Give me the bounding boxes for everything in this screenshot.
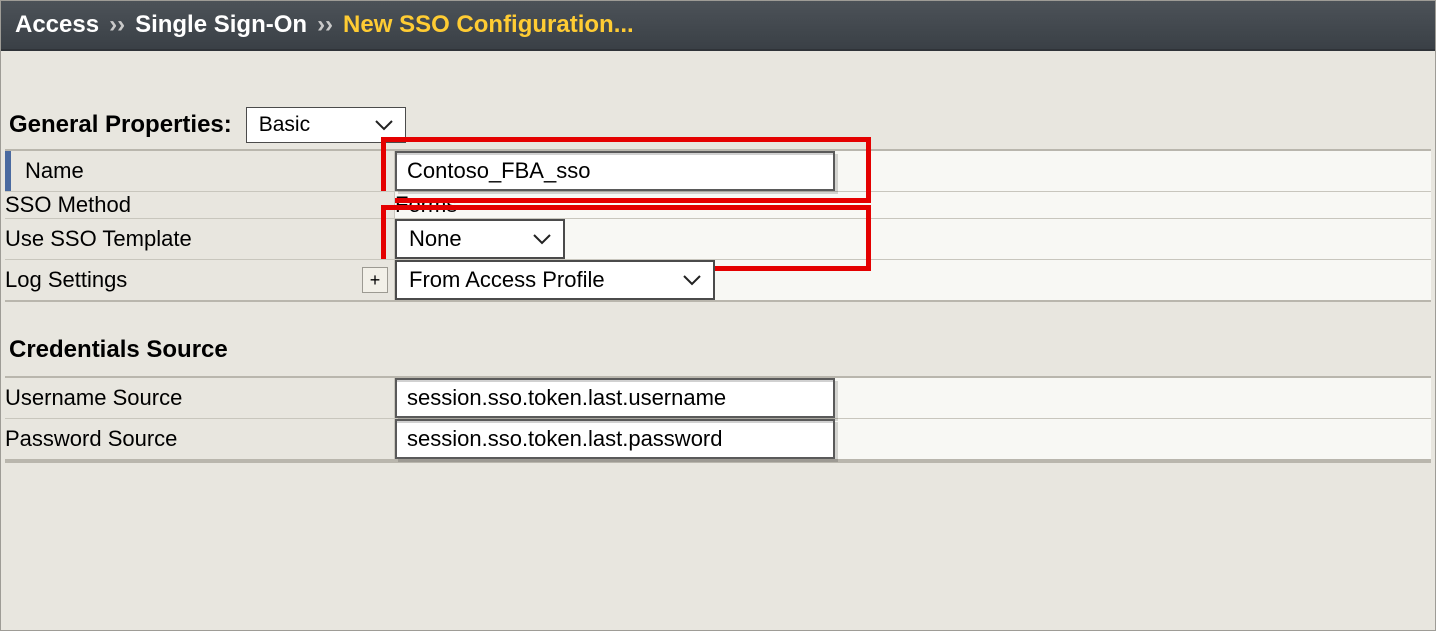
row-log-settings: Log Settings + From Access Profile	[5, 259, 1431, 300]
chevron-down-icon	[533, 233, 551, 245]
breadcrumb-access[interactable]: Access	[15, 11, 99, 39]
use-sso-template-selected: None	[409, 226, 462, 252]
username-source-input[interactable]	[395, 378, 835, 418]
breadcrumb-sep-icon: ››	[317, 11, 333, 39]
sso-method-value: Forms	[395, 192, 457, 217]
chevron-down-icon	[683, 274, 701, 286]
log-settings-select[interactable]: From Access Profile	[395, 260, 715, 300]
name-input[interactable]	[395, 151, 835, 191]
general-properties-header: General Properties: Basic	[5, 107, 1431, 149]
password-source-label: Password Source	[5, 426, 177, 451]
row-use-sso-template: Use SSO Template None	[5, 218, 1431, 259]
chevron-down-icon	[375, 119, 393, 131]
log-settings-selected: From Access Profile	[409, 267, 605, 293]
row-sso-method: SSO Method Forms	[5, 191, 1431, 218]
use-sso-template-label: Use SSO Template	[5, 226, 192, 251]
credentials-source-table: Username Source Password Source	[5, 376, 1431, 461]
log-settings-label: Log Settings	[5, 267, 127, 292]
row-username-source: Username Source	[5, 378, 1431, 418]
row-password-source: Password Source	[5, 418, 1431, 459]
row-name: Name	[5, 151, 1431, 191]
general-properties-label: General Properties:	[9, 111, 232, 139]
divider	[5, 461, 1431, 473]
log-settings-add-button[interactable]: +	[362, 267, 388, 293]
breadcrumb-sso[interactable]: Single Sign-On	[135, 11, 307, 39]
password-source-input[interactable]	[395, 419, 835, 459]
credentials-source-label: Credentials Source	[9, 336, 228, 363]
sso-method-label: SSO Method	[5, 192, 131, 217]
general-mode-select[interactable]: Basic	[246, 107, 406, 143]
use-sso-template-select[interactable]: None	[395, 219, 565, 259]
breadcrumb: Access ›› Single Sign-On ›› New SSO Conf…	[1, 1, 1435, 51]
breadcrumb-sep-icon: ››	[109, 11, 125, 39]
general-properties-table: Name SSO Method Forms Use SSO Template	[5, 149, 1431, 302]
username-source-label: Username Source	[5, 385, 182, 410]
credentials-source-header: Credentials Source	[5, 302, 1431, 376]
name-label: Name	[25, 158, 84, 183]
general-mode-selected: Basic	[259, 113, 310, 137]
breadcrumb-current: New SSO Configuration...	[343, 11, 634, 39]
